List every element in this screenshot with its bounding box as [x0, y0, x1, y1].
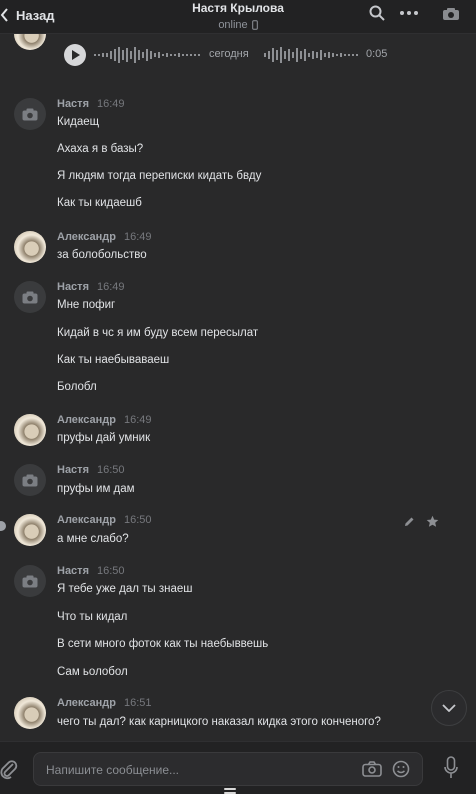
- message-text: Мне пофиг: [57, 299, 116, 311]
- sender-name[interactable]: Александр: [57, 514, 116, 526]
- message-text: Как ты кидаешб: [57, 197, 142, 209]
- waveform-icon: [264, 47, 358, 63]
- camera-icon: [22, 575, 38, 587]
- message-time: 16:51: [123, 697, 152, 709]
- scroll-down-button[interactable]: [431, 690, 467, 726]
- sender-name[interactable]: Александр: [57, 697, 116, 709]
- sender-name[interactable]: Настя: [57, 565, 89, 577]
- message-text: Сам ьолобол: [57, 666, 128, 678]
- camera-icon: [22, 474, 38, 486]
- online-status: online: [218, 19, 248, 31]
- avatar[interactable]: [14, 464, 46, 496]
- avatar[interactable]: [14, 281, 46, 313]
- message-time: 16:49: [123, 231, 152, 243]
- message-time: 16:49: [123, 414, 152, 426]
- avatar[interactable]: [14, 414, 46, 446]
- mobile-icon: [251, 20, 258, 30]
- edit-icon[interactable]: [403, 516, 415, 528]
- message-select-marker[interactable]: [0, 521, 6, 531]
- message-list[interactable]: сегодня 0:05 Настя 16:49 Кидаещ Ахаха я в…: [0, 34, 476, 741]
- message-text: Как ты наебываваеш: [57, 354, 170, 366]
- waveform-icon: [94, 47, 200, 63]
- star-icon[interactable]: [426, 515, 439, 528]
- avatar[interactable]: [14, 231, 46, 263]
- avatar[interactable]: [14, 697, 46, 729]
- sender-name[interactable]: Александр: [57, 414, 116, 426]
- voice-date: сегодня: [209, 48, 249, 60]
- message-text: Кидаещ: [57, 116, 100, 128]
- more-icon[interactable]: [400, 11, 418, 15]
- camera-icon: [22, 291, 38, 303]
- camera-icon[interactable]: [362, 761, 382, 777]
- message-time: 16:49: [97, 281, 125, 293]
- home-indicator: [224, 788, 236, 790]
- avatar[interactable]: [14, 514, 46, 546]
- message-text: Болобл: [57, 381, 97, 393]
- message-text: Я людям тогда переписки кидать бвду: [57, 170, 262, 182]
- chat-title[interactable]: Настя Крылова online: [0, 0, 476, 33]
- message-text: за болобольство: [57, 249, 147, 261]
- message-composer: Напишите сообщение...: [0, 741, 476, 794]
- message-text: а мне слабо?: [57, 533, 129, 545]
- sender-name[interactable]: Александр: [57, 231, 116, 243]
- voice-message[interactable]: сегодня 0:05: [64, 44, 404, 66]
- sender-name[interactable]: Настя: [57, 98, 89, 110]
- message-time: 16:50: [97, 464, 125, 476]
- message-time: 16:49: [97, 98, 125, 110]
- voice-duration: 0:05: [366, 48, 388, 60]
- message-text: пруфы им дам: [57, 483, 135, 495]
- avatar[interactable]: [14, 565, 46, 597]
- camera-icon[interactable]: [442, 7, 460, 21]
- sender-name[interactable]: Настя: [57, 281, 89, 293]
- message-time: 16:50: [97, 565, 125, 577]
- attach-icon[interactable]: [0, 758, 18, 780]
- message-text: Ахаха я в базы?: [57, 143, 144, 155]
- avatar[interactable]: [14, 34, 46, 50]
- message-input[interactable]: Напишите сообщение...: [33, 752, 423, 786]
- message-text: чего ты дал? как карницкого наказал кидк…: [57, 716, 381, 728]
- camera-icon: [22, 108, 38, 120]
- sender-name[interactable]: Настя: [57, 464, 89, 476]
- avatar[interactable]: [14, 98, 46, 130]
- message-text: Я тебе уже дал ты знаеш: [57, 583, 193, 595]
- play-icon[interactable]: [64, 44, 86, 66]
- search-icon[interactable]: [369, 5, 385, 21]
- microphone-icon[interactable]: [444, 756, 458, 780]
- message-text: В сети много фоток как ты наебыввешь: [57, 638, 269, 650]
- message-time: 16:50: [123, 514, 152, 526]
- chat-header: Назад Настя Крылова online: [0, 0, 476, 34]
- chevron-down-icon: [442, 704, 456, 712]
- message-text: Что ты кидал: [57, 611, 128, 623]
- emoji-icon[interactable]: [392, 760, 410, 778]
- message-text: пруфы дай умник: [57, 432, 151, 444]
- message-placeholder: Напишите сообщение...: [46, 763, 180, 777]
- message-text: Кидай в чс я им буду всем пересылат: [57, 327, 259, 339]
